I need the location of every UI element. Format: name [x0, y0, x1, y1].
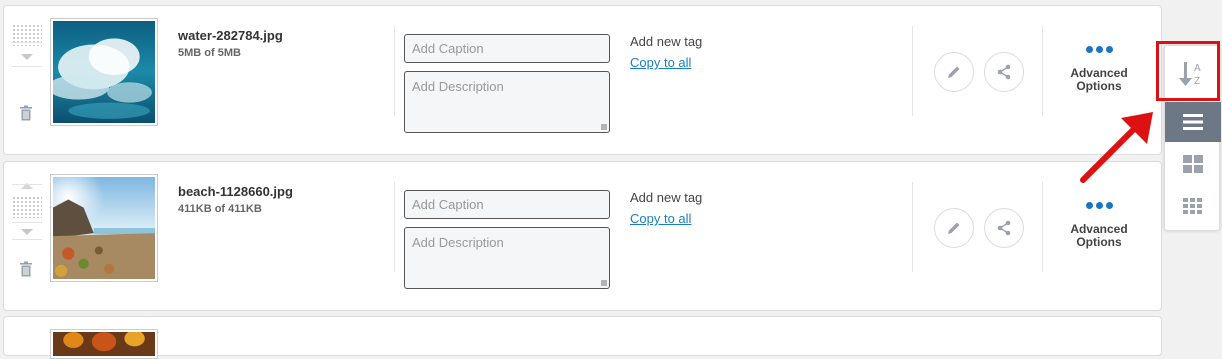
- media-card: water-282784.jpg 5MB of 5MB Add Caption …: [3, 5, 1162, 155]
- divider: [12, 184, 42, 185]
- resize-grip-icon[interactable]: [601, 280, 607, 286]
- add-tag-input[interactable]: Add new tag: [630, 34, 702, 49]
- edit-button[interactable]: [934, 52, 974, 92]
- image-thumbnail[interactable]: [50, 174, 158, 282]
- divider: [912, 26, 913, 116]
- list-view-icon: [1183, 114, 1203, 130]
- divider: [394, 182, 395, 272]
- description-textarea[interactable]: Add Description: [404, 227, 610, 289]
- food-image: [53, 332, 155, 356]
- options-label: Options: [1076, 235, 1122, 249]
- drag-handle[interactable]: [12, 170, 42, 218]
- move-down-icon[interactable]: [21, 54, 33, 60]
- pencil-icon: [948, 222, 960, 234]
- media-list: water-282784.jpg 5MB of 5MB Add Caption …: [3, 0, 1162, 359]
- media-card: [3, 316, 1162, 359]
- grid-large-icon: [1183, 155, 1203, 173]
- drag-dots-icon[interactable]: [12, 196, 42, 218]
- move-down-icon[interactable]: [21, 229, 33, 235]
- add-tag-input[interactable]: Add new tag: [630, 190, 702, 205]
- divider: [12, 239, 42, 240]
- grid-large-button[interactable]: [1165, 144, 1221, 184]
- divider: [12, 222, 42, 223]
- description-textarea[interactable]: Add Description: [404, 71, 610, 133]
- share-icon: [997, 64, 1011, 80]
- copy-to-all-link[interactable]: Copy to all: [630, 211, 691, 226]
- share-icon: [997, 220, 1011, 236]
- advanced-options-button[interactable]: Advanced Options: [1054, 46, 1144, 93]
- pencil-icon: [948, 66, 960, 78]
- options-label: Options: [1076, 79, 1122, 93]
- edit-button[interactable]: [934, 208, 974, 248]
- caption-input[interactable]: Add Caption: [404, 34, 610, 63]
- divider: [12, 66, 42, 67]
- file-name: beach-1128660.jpg: [178, 184, 293, 199]
- ellipsis-icon: [1054, 46, 1144, 56]
- description-placeholder: Add Description: [412, 79, 504, 94]
- media-card: beach-1128660.jpg 411KB of 411KB Add Cap…: [3, 161, 1162, 311]
- divider: [912, 182, 913, 272]
- wave-image: [53, 21, 155, 123]
- resize-grip-icon[interactable]: [601, 124, 607, 130]
- trash-icon[interactable]: [19, 261, 33, 277]
- beach-image: [53, 177, 155, 279]
- drag-handle[interactable]: [12, 14, 42, 54]
- image-thumbnail[interactable]: [50, 18, 158, 126]
- file-size: 5MB of 5MB: [178, 47, 241, 59]
- highlight-box: [1156, 41, 1220, 101]
- description-placeholder: Add Description: [412, 235, 504, 250]
- divider: [394, 26, 395, 116]
- copy-to-all-link[interactable]: Copy to all: [630, 55, 691, 70]
- grid-small-button[interactable]: [1165, 186, 1221, 226]
- trash-icon[interactable]: [19, 105, 33, 121]
- grid-small-icon: [1183, 198, 1202, 214]
- share-button[interactable]: [984, 208, 1024, 248]
- ellipsis-icon: [1054, 202, 1144, 212]
- divider: [1042, 182, 1043, 272]
- image-thumbnail[interactable]: [50, 329, 158, 359]
- list-view-button[interactable]: [1165, 102, 1221, 142]
- annotation-arrow-icon: [1080, 112, 1153, 183]
- file-size: 411KB of 411KB: [178, 203, 262, 215]
- advanced-options-button[interactable]: Advanced Options: [1054, 202, 1144, 249]
- file-name: water-282784.jpg: [178, 28, 283, 43]
- divider: [12, 42, 42, 43]
- caption-input[interactable]: Add Caption: [404, 190, 610, 219]
- share-button[interactable]: [984, 52, 1024, 92]
- divider: [1042, 26, 1043, 116]
